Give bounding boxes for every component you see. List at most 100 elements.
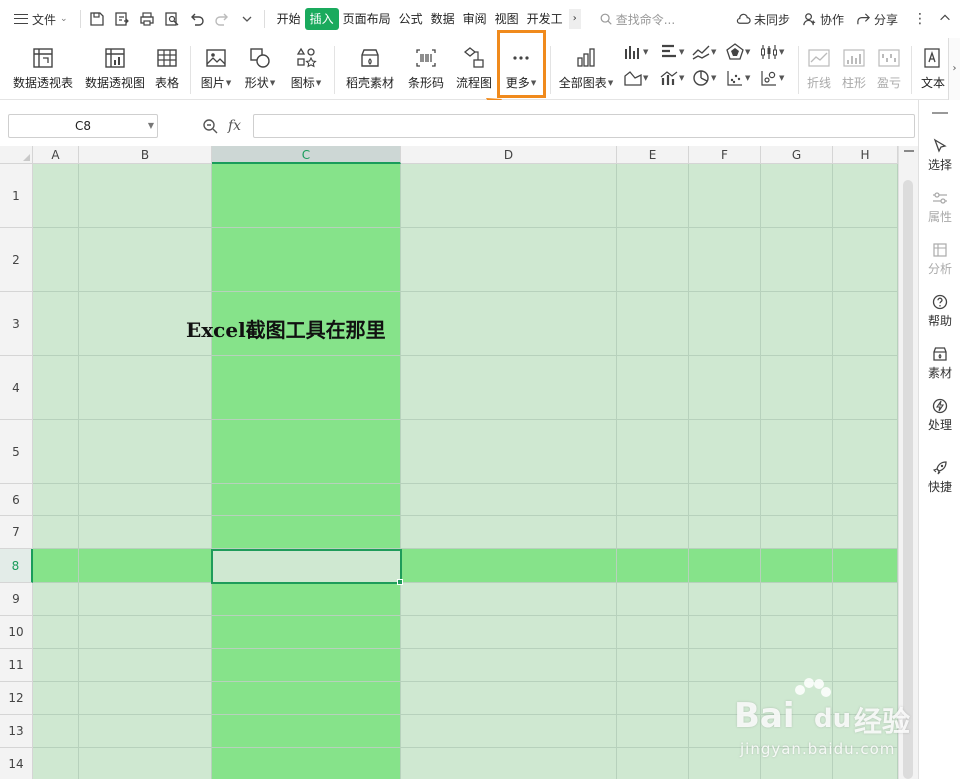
dropdown-caret-icon[interactable]: ▼ — [148, 115, 154, 137]
zoom-icon[interactable] — [202, 118, 218, 134]
column-chart-icon — [625, 46, 639, 59]
row-header-14[interactable]: 14 — [0, 748, 33, 779]
tab-home[interactable]: 开始 — [273, 8, 305, 30]
undo-button[interactable] — [185, 6, 210, 32]
row-header-11[interactable]: 11 — [0, 649, 33, 682]
name-box[interactable]: C8 ▼ — [8, 114, 158, 138]
tab-insert[interactable]: 插入 — [304, 8, 339, 30]
tab-data[interactable]: 数据 — [427, 8, 459, 30]
column-header-c[interactable]: C — [212, 146, 401, 164]
tabs-scroll-right-button[interactable]: › — [568, 9, 581, 29]
line-chart-button[interactable]: ▼ — [692, 41, 716, 63]
tab-formulas[interactable]: 公式 — [395, 8, 427, 30]
table-button[interactable]: 表格 — [152, 38, 182, 100]
save-button[interactable] — [85, 6, 110, 32]
area-chart-button[interactable]: ▼ — [624, 67, 648, 89]
row-header-10[interactable]: 10 — [0, 616, 33, 649]
side-quick-button[interactable]: 快捷 — [919, 460, 960, 495]
tab-page-layout[interactable]: 页面布局 — [339, 8, 395, 30]
insert-function-button[interactable]: fx — [228, 118, 241, 134]
text-box-button[interactable]: 文本 — [918, 38, 948, 100]
picture-button[interactable]: 图片▼ — [198, 38, 234, 100]
column-header-b[interactable]: B — [79, 146, 212, 164]
side-select-button[interactable]: 选择 — [919, 138, 960, 173]
bar-chart-button[interactable]: ▼ — [660, 41, 684, 63]
row-header-5[interactable]: 5 — [0, 420, 33, 484]
export-pdf-button[interactable] — [110, 6, 135, 32]
column-header-h[interactable]: H — [833, 146, 898, 164]
radar-chart-button[interactable]: ▼ — [726, 41, 750, 63]
row-header-1[interactable]: 1 — [0, 164, 33, 228]
scatter-chart-button[interactable]: ▼ — [726, 67, 750, 89]
formula-input[interactable] — [253, 114, 915, 138]
column-header-a[interactable]: A — [33, 146, 79, 164]
file-menu-button[interactable]: 文件 ⌄ — [0, 6, 76, 32]
ribbon-scroll-right-button[interactable]: › — [948, 38, 960, 100]
stock-chart-button[interactable]: ▼ — [760, 41, 784, 63]
pie-chart-button[interactable]: ▼ — [692, 67, 716, 89]
horizontal-bar-icon — [662, 44, 676, 58]
side-properties-button[interactable]: 属性 — [919, 190, 960, 225]
column-header-d[interactable]: D — [401, 146, 617, 164]
share-button[interactable]: 分享 — [850, 6, 904, 32]
side-analysis-label: 分析 — [927, 262, 952, 276]
fill-handle[interactable] — [397, 579, 403, 585]
sparkline-column-button[interactable]: 柱形 — [838, 38, 870, 100]
pivot-table-button[interactable]: 数据透视表 — [10, 38, 76, 100]
side-material-button[interactable]: 素材 — [919, 346, 960, 381]
active-cell[interactable] — [211, 549, 402, 584]
column-header-e[interactable]: E — [617, 146, 689, 164]
column-chart-button[interactable]: ▼ — [624, 41, 648, 63]
panel-handle[interactable] — [932, 112, 948, 114]
text-box-label: 文本 — [920, 76, 945, 90]
divider — [911, 46, 912, 94]
collapse-ribbon-button[interactable] — [930, 11, 960, 28]
barcode-button[interactable]: 条形码 — [404, 38, 448, 100]
tab-review[interactable]: 审阅 — [459, 8, 491, 30]
combo-chart-button[interactable]: ▼ — [660, 67, 684, 89]
collaborate-button[interactable]: 协作 — [796, 6, 850, 32]
all-charts-button[interactable]: 全部图表▼ — [556, 38, 616, 100]
column-header-g[interactable]: G — [761, 146, 833, 164]
sync-status-button[interactable]: 未同步 — [730, 6, 796, 32]
share-icon — [857, 12, 870, 24]
command-search[interactable]: 查找命令... — [599, 11, 675, 28]
export-icon — [115, 12, 129, 26]
row-header-2[interactable]: 2 — [0, 228, 33, 292]
print-preview-button[interactable] — [160, 6, 185, 32]
dropdown-caret-icon: ▼ — [269, 79, 276, 87]
cell-text[interactable]: Excel截图工具在那里 — [186, 314, 386, 343]
side-help-button[interactable]: 帮助 — [919, 294, 960, 329]
select-all-button[interactable] — [0, 146, 33, 164]
redo-button[interactable] — [210, 6, 235, 32]
grid-line — [33, 355, 898, 356]
bubble-chart-button[interactable]: ▼ — [760, 67, 784, 89]
row-header-7[interactable]: 7 — [0, 516, 33, 549]
split-handle[interactable] — [904, 150, 914, 152]
icon-library-icon — [296, 47, 317, 68]
row-header-12[interactable]: 12 — [0, 682, 33, 715]
more-options-icon[interactable]: ⋮ — [910, 11, 930, 27]
sparkline-winloss-button[interactable]: 盈亏 — [873, 38, 905, 100]
shape-button[interactable]: 形状▼ — [242, 38, 278, 100]
row-header-6[interactable]: 6 — [0, 484, 33, 516]
print-button[interactable] — [135, 6, 160, 32]
material-icon — [361, 49, 379, 67]
row-header-8[interactable]: 8 — [0, 549, 33, 583]
tab-developer[interactable]: 开发工 — [523, 8, 567, 30]
tab-view[interactable]: 视图 — [491, 8, 523, 30]
icon-library-button[interactable]: 图标▼ — [286, 38, 326, 100]
side-process-button[interactable]: 处理 — [919, 398, 960, 433]
row-header-13[interactable]: 13 — [0, 715, 33, 748]
row-header-9[interactable]: 9 — [0, 583, 33, 616]
row-header-4[interactable]: 4 — [0, 356, 33, 420]
pivot-chart-button[interactable]: 数据透视图 — [82, 38, 148, 100]
grid-line — [33, 291, 898, 292]
material-button[interactable]: 稻壳素材 — [342, 38, 398, 100]
quick-access-more-button[interactable] — [235, 6, 260, 32]
column-header-f[interactable]: F — [689, 146, 761, 164]
sparkline-line-button[interactable]: 折线 — [803, 38, 835, 100]
side-analysis-button[interactable]: 分析 — [919, 242, 960, 277]
flowchart-button[interactable]: 流程图 — [452, 38, 496, 100]
row-header-3[interactable]: 3 — [0, 292, 33, 356]
